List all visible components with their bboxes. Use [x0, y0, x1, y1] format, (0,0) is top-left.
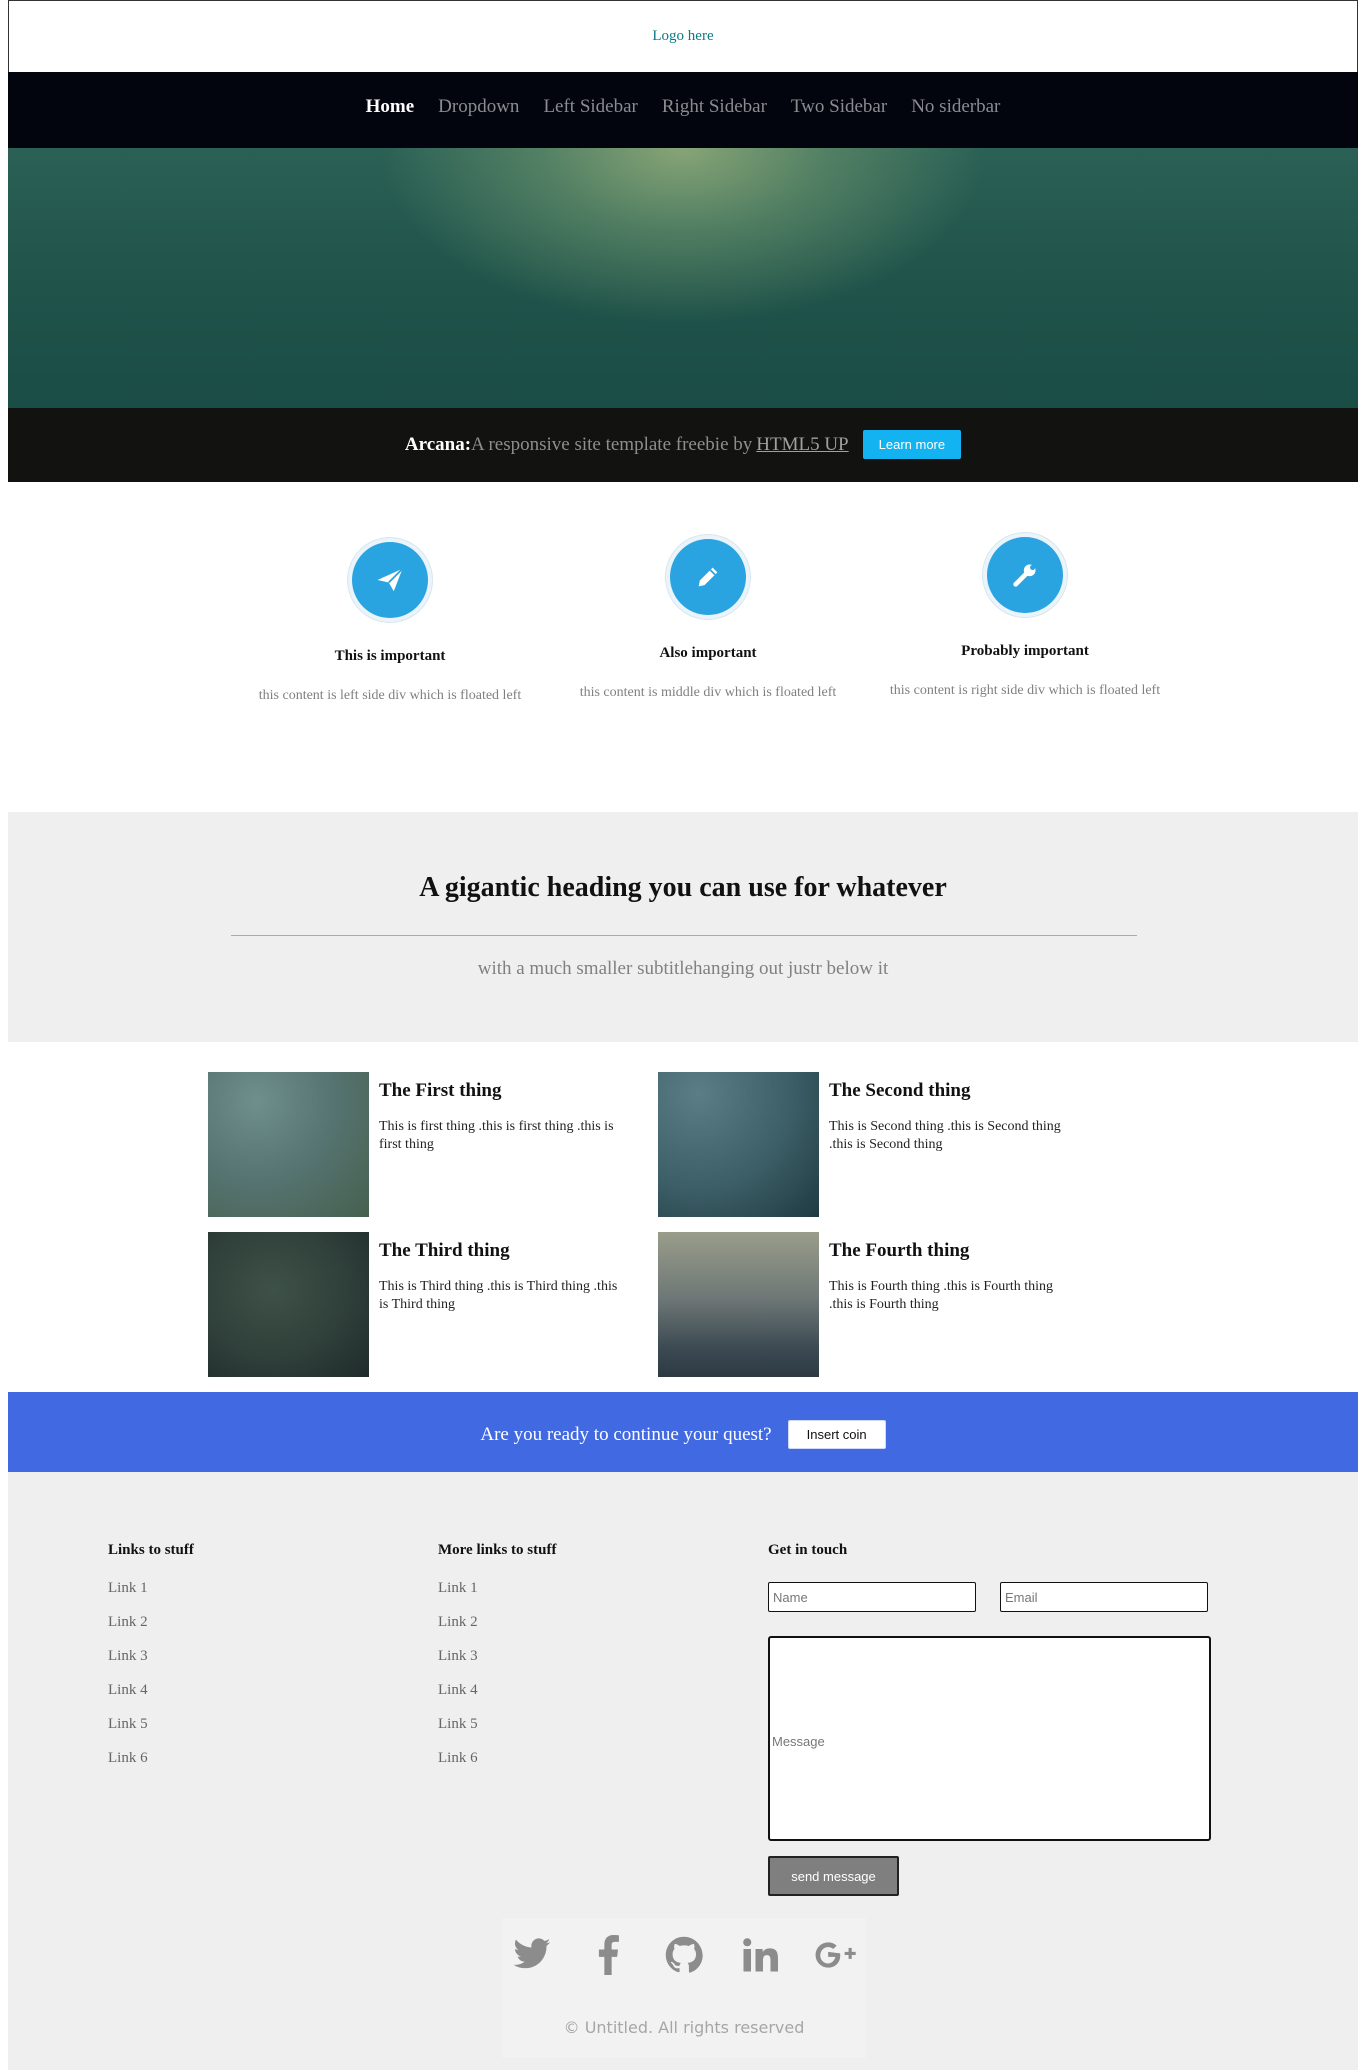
- footer-link[interactable]: Link 4: [438, 1673, 556, 1707]
- footer-link[interactable]: Link 2: [108, 1605, 194, 1639]
- main-nav: Home Dropdown Left Sidebar Right Sidebar…: [8, 72, 1358, 148]
- feature-text: this content is left side div which is f…: [258, 688, 522, 703]
- learn-more-button[interactable]: Learn more: [862, 430, 962, 459]
- thing-title[interactable]: The First thing: [379, 1080, 501, 1102]
- feature-left: This is important this content is left s…: [240, 542, 540, 704]
- thing-text: This is first thing .this is first thing…: [379, 1119, 614, 1152]
- header: Logo here: [8, 0, 1358, 72]
- feature-text: this content is middle div which is floa…: [579, 685, 837, 700]
- nav-item-no-sidebar[interactable]: No siderbar: [911, 96, 1000, 118]
- feature-right: Probably important this content is right…: [875, 537, 1175, 699]
- thing-card: The Third thing This is Third thing .thi…: [208, 1232, 648, 1378]
- footer-link[interactable]: Link 1: [108, 1571, 194, 1605]
- contact-title-block: Get in touch: [768, 1542, 847, 1559]
- feature-title: Probably important: [961, 643, 1089, 659]
- intro-heading: A gigantic heading you can use for whate…: [419, 872, 947, 903]
- footer: Links to stuff Link 1 Link 2 Link 3 Link…: [8, 1472, 1358, 2070]
- nav-item-dropdown[interactable]: Dropdown: [438, 96, 519, 118]
- thing-title[interactable]: The Second thing: [829, 1080, 970, 1102]
- footer-link[interactable]: Link 4: [108, 1673, 194, 1707]
- intro-section: A gigantic heading you can use for whate…: [8, 812, 1358, 1042]
- copyright: © Untitled. All rights reserved: [563, 2018, 805, 2037]
- footer-column-title: Links to stuff: [108, 1542, 194, 1558]
- insert-coin-button[interactable]: Insert coin: [787, 1420, 886, 1449]
- cta-bar: Are you ready to continue your quest? In…: [8, 1392, 1358, 1472]
- thing-thumbnail[interactable]: [208, 1072, 369, 1217]
- thing-card: The Second thing This is Second thing .t…: [658, 1072, 1098, 1218]
- google-plus-icon[interactable]: [813, 1932, 859, 1978]
- pencil-icon: [670, 539, 746, 615]
- email-field[interactable]: [1000, 1582, 1208, 1612]
- github-icon[interactable]: [661, 1932, 707, 1978]
- feature-text: this content is right side div which is …: [889, 683, 1161, 698]
- footer-link[interactable]: Link 3: [108, 1639, 194, 1673]
- paper-plane-icon: [352, 542, 428, 618]
- thing-thumbnail[interactable]: [658, 1232, 819, 1377]
- nav-item-home[interactable]: Home: [366, 96, 415, 118]
- footer-link[interactable]: Link 2: [438, 1605, 556, 1639]
- cta-text: Are you ready to continue your quest?: [480, 1423, 772, 1445]
- feature-title: This is important: [334, 648, 446, 664]
- thing-title[interactable]: The Fourth thing: [829, 1240, 969, 1262]
- feature-middle: Also important this content is middle di…: [558, 539, 858, 701]
- footer-link[interactable]: Link 1: [438, 1571, 556, 1605]
- twitter-icon[interactable]: [509, 1932, 555, 1978]
- message-field[interactable]: [768, 1636, 1211, 1841]
- social-box: © Untitled. All rights reserved: [502, 1918, 866, 2058]
- thing-card: The First thing This is first thing .thi…: [208, 1072, 648, 1218]
- nav-item-left-sidebar[interactable]: Left Sidebar: [543, 96, 637, 118]
- footer-links-column: Links to stuff Link 1 Link 2 Link 3 Link…: [108, 1542, 194, 1775]
- banner-brand: Arcana:: [404, 433, 472, 455]
- footer-link[interactable]: Link 5: [108, 1707, 194, 1741]
- banner-text: A responsive site template freebie by: [471, 433, 753, 455]
- thing-thumbnail[interactable]: [208, 1232, 369, 1377]
- logo[interactable]: Logo here: [9, 28, 1357, 45]
- linkedin-icon[interactable]: [737, 1932, 783, 1978]
- thing-text: This is Fourth thing .this is Fourth thi…: [829, 1279, 1054, 1312]
- nav-item-right-sidebar[interactable]: Right Sidebar: [662, 96, 767, 118]
- wrench-icon: [987, 537, 1063, 613]
- send-message-button[interactable]: send message: [768, 1856, 899, 1896]
- nav-item-two-sidebar[interactable]: Two Sidebar: [791, 96, 887, 118]
- footer-link[interactable]: Link 6: [108, 1741, 194, 1775]
- facebook-icon[interactable]: [585, 1932, 631, 1978]
- feature-title: Also important: [659, 645, 757, 661]
- footer-column-title: More links to stuff: [438, 1542, 557, 1558]
- banner-link[interactable]: HTML5 UP: [756, 434, 848, 456]
- divider: [231, 935, 1137, 936]
- name-field[interactable]: [768, 1582, 976, 1612]
- thing-text: This is Third thing .this is Third thing…: [379, 1279, 618, 1312]
- thing-text: This is Second thing .this is Second thi…: [829, 1119, 1061, 1152]
- thing-thumbnail[interactable]: [658, 1072, 819, 1217]
- thing-title[interactable]: The Third thing: [379, 1240, 510, 1262]
- footer-link[interactable]: Link 5: [438, 1707, 556, 1741]
- hero-image: [8, 148, 1358, 408]
- footer-more-links-column: More links to stuff Link 1 Link 2 Link 3…: [438, 1542, 556, 1775]
- footer-link[interactable]: Link 3: [438, 1639, 556, 1673]
- banner: Arcana: A responsive site template freeb…: [8, 408, 1358, 482]
- intro-subtitle: with a much smaller subtitlehanging out …: [477, 958, 889, 979]
- thing-card: The Fourth thing This is Fourth thing .t…: [658, 1232, 1098, 1378]
- footer-link[interactable]: Link 6: [438, 1741, 556, 1775]
- contact-title: Get in touch: [768, 1542, 848, 1558]
